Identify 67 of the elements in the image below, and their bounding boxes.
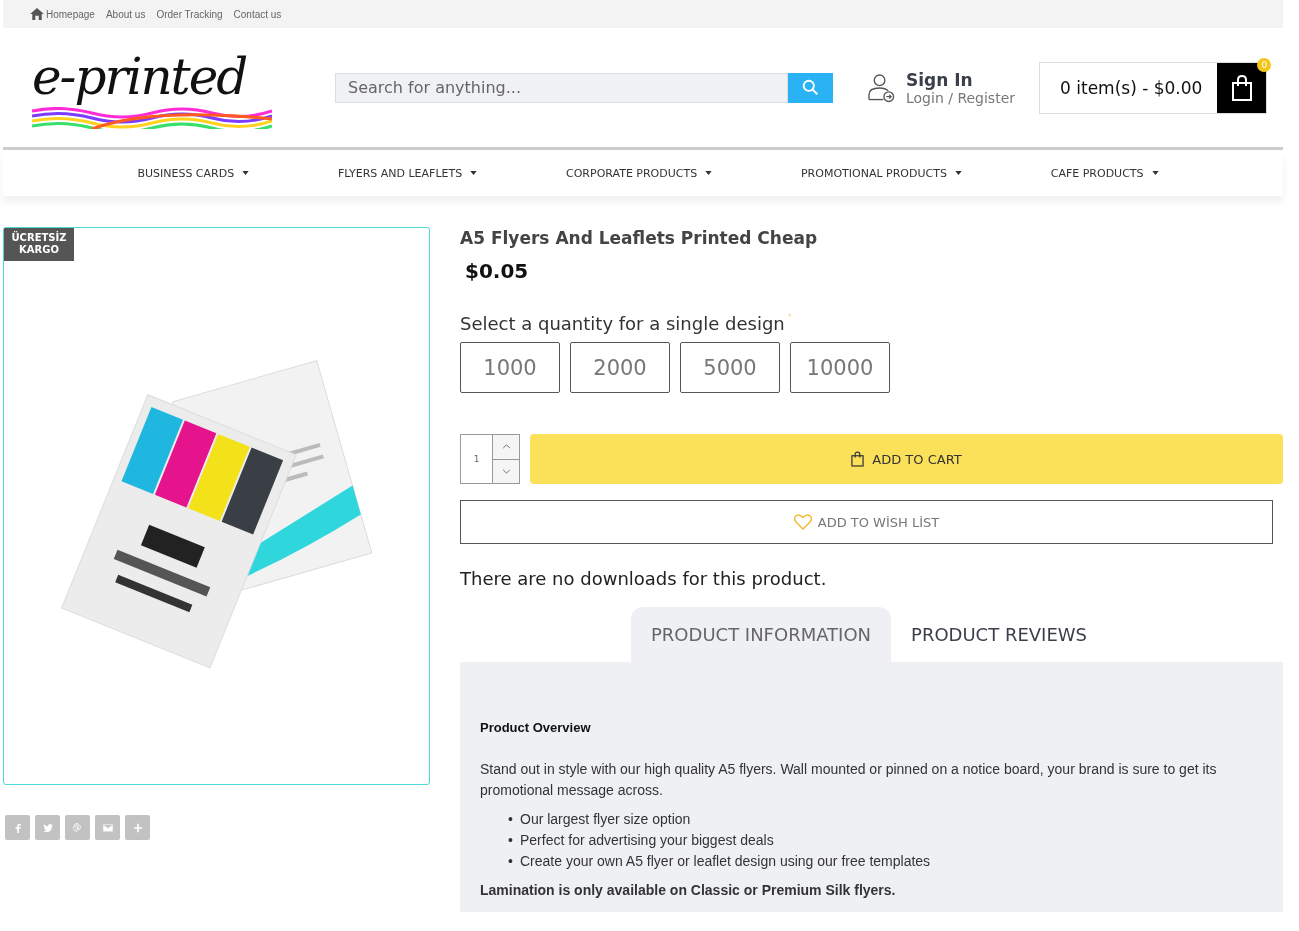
more-share-button[interactable]	[125, 815, 150, 840]
bullet-mark: •	[508, 831, 514, 850]
description-text: Stand out in style with our high quality A5 flyers. Wall mounted or pinned on a notice board, your brand is sure to get its promotional message across.	[480, 760, 1218, 800]
heart-icon	[793, 514, 812, 530]
required-mark: *	[787, 313, 792, 322]
nav-menu-item[interactable]: PROMOTIONAL PRODUCTS	[801, 166, 962, 180]
twitter-icon	[42, 822, 53, 833]
increase-button[interactable]	[493, 435, 519, 459]
email-icon	[102, 822, 113, 833]
description-heading: Product Overview	[480, 720, 592, 735]
quantity-option[interactable]: 2000	[570, 342, 670, 393]
nav-menu-item[interactable]: CAFE PRODUCTS	[1050, 166, 1159, 180]
quantity-stepper[interactable]: 1	[460, 434, 520, 484]
login-register-link[interactable]: Login / Register	[906, 89, 1016, 106]
twitter-share-button[interactable]	[35, 815, 60, 840]
home-icon	[30, 8, 44, 20]
nav-menu-item[interactable]: FLYERS AND LEAFLETS	[338, 166, 478, 180]
sign-in-link[interactable]: Sign In	[906, 69, 1016, 90]
pinterest-share-button[interactable]	[65, 815, 90, 840]
top-link[interactable]: Homepage	[46, 8, 95, 20]
quantity-input[interactable]: 1	[461, 435, 492, 483]
logo-text: e-printed	[32, 46, 247, 107]
pinterest-icon	[72, 822, 83, 833]
top-link[interactable]: Order Tracking	[156, 8, 223, 20]
caret-icon	[470, 171, 478, 175]
quantity-option[interactable]: 1000	[460, 342, 560, 393]
logo[interactable]: e-printed	[32, 46, 272, 129]
product-price: $0.05	[465, 259, 530, 283]
caret-icon	[954, 171, 962, 175]
more-icon	[132, 822, 143, 833]
lamination-note: Lamination is only available on Classic or Premium Silk flyers.	[480, 882, 897, 898]
user-icon[interactable]	[868, 72, 895, 103]
product-title: A5 Flyers And Leaflets Printed Cheap	[460, 227, 819, 249]
cart-widget[interactable]: 0 item(s) - $0.00 0	[1039, 61, 1268, 114]
quantity-option[interactable]: 10000	[790, 342, 890, 393]
shopping-bag-icon	[851, 451, 865, 467]
caret-icon	[705, 171, 713, 175]
cart-summary: 0 item(s) - $0.00	[1059, 77, 1204, 98]
facebook-share-button[interactable]	[5, 815, 30, 840]
downloads-note: There are no downloads for this product.	[460, 568, 828, 589]
email-share-button[interactable]	[95, 815, 120, 840]
tab[interactable]: PRODUCT REVIEWS	[891, 607, 1107, 662]
shopping-bag-icon	[1230, 74, 1253, 101]
quantity-label: Select a quantity for a single design	[460, 313, 785, 334]
free-shipping-badge: ÜCRETSİZ KARGO	[4, 228, 74, 261]
chevron-up-icon	[501, 444, 511, 450]
feature-text: Create your own A5 flyer or leaflet design using our free templates	[520, 852, 931, 871]
search-icon	[802, 79, 819, 96]
nav-menu-item[interactable]: CORPORATE PRODUCTS	[566, 166, 713, 180]
feature-text: Perfect for advertising your biggest deals	[520, 831, 774, 850]
search-field[interactable]: Search for anything...	[335, 72, 788, 103]
quantity-option[interactable]: 5000	[680, 342, 780, 393]
tab[interactable]: PRODUCT INFORMATION	[631, 607, 892, 662]
feature-text: Our largest flyer size option	[520, 810, 691, 829]
nav-menu-item[interactable]: BUSINESS CARDS	[137, 166, 250, 180]
add-to-cart-button[interactable]: ADD TO CART	[530, 434, 1283, 484]
search-button[interactable]	[788, 72, 833, 103]
caret-icon	[242, 171, 250, 175]
cart-count-badge: 0	[1257, 57, 1272, 72]
top-link[interactable]: Contact us	[233, 8, 282, 20]
bullet-mark: •	[508, 810, 514, 829]
add-to-wishlist-button[interactable]: ADD TO WİSH LİST	[460, 500, 1273, 544]
top-link[interactable]: About us	[105, 8, 146, 20]
caret-icon	[1151, 171, 1159, 175]
decrease-button[interactable]	[493, 458, 519, 483]
bullet-mark: •	[508, 852, 514, 871]
chevron-down-icon	[501, 468, 511, 474]
